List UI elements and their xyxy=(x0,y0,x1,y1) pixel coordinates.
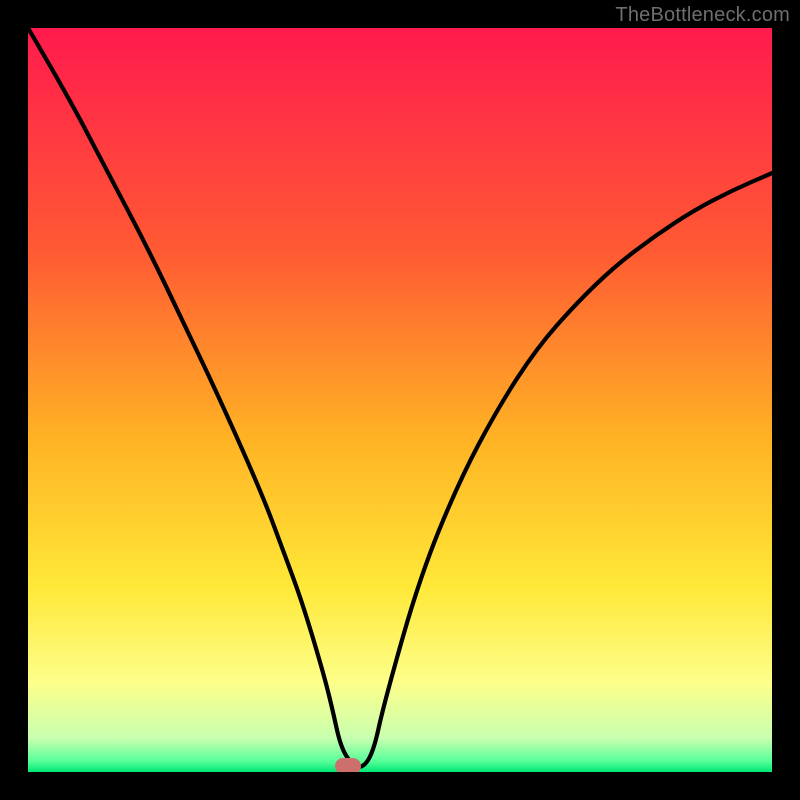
optimum-marker xyxy=(335,758,361,772)
watermark-text: TheBottleneck.com xyxy=(615,4,790,27)
plot-area xyxy=(28,28,772,772)
chart-stage: TheBottleneck.com xyxy=(0,0,800,800)
bottleneck-curve xyxy=(28,28,772,772)
